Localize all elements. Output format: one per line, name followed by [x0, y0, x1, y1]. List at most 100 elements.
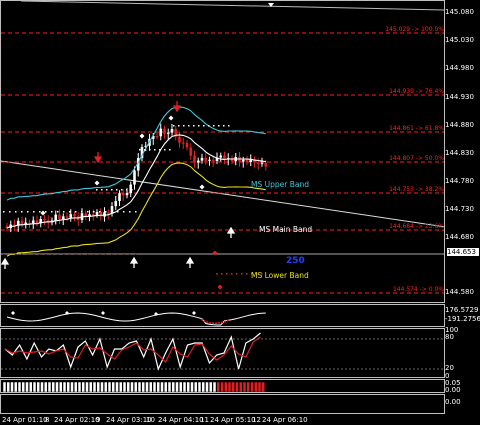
- candle-body: [69, 214, 73, 218]
- diamond-marker: [139, 133, 145, 139]
- histogram-block: [145, 381, 149, 392]
- signal-dot: [246, 273, 248, 275]
- sell-arrow-icon: [172, 101, 182, 113]
- indicator-3-panel[interactable]: [0, 379, 445, 393]
- signal-dot: [116, 189, 118, 191]
- histogram-block: [160, 381, 164, 392]
- candle-body: [159, 128, 163, 137]
- histogram-block: [239, 381, 243, 392]
- candle-body: [125, 193, 129, 196]
- signal-dot: [208, 125, 210, 127]
- signal-dot: [45, 253, 47, 255]
- signal-dot: [105, 253, 107, 255]
- candle-body: [155, 136, 159, 137]
- histogram-block: [216, 381, 220, 392]
- indicator-3-canvas: [2, 381, 265, 392]
- candle-body: [103, 212, 106, 217]
- buy-arrow-icon: [129, 256, 139, 268]
- indicator-1-line: [6, 312, 266, 326]
- indicator-1-tick: -191.2756: [445, 315, 480, 323]
- histogram-block: [62, 381, 67, 392]
- histogram-block: [40, 381, 44, 392]
- fib-level-label: 145.029 -> 100.0%: [385, 26, 444, 33]
- signal-dot: [111, 189, 113, 191]
- histogram-block: [107, 381, 112, 392]
- signal-dot: [193, 125, 195, 127]
- signal-dot: [135, 211, 137, 213]
- diamond-marker: [192, 311, 196, 315]
- signal-dot: [21, 211, 23, 213]
- indicator-4-panel[interactable]: [0, 394, 445, 414]
- signal-dot: [241, 273, 243, 275]
- time-label: 24 Apr 04:10: [158, 416, 204, 424]
- histogram-block: [104, 381, 108, 392]
- histogram-block: [29, 381, 33, 392]
- signal-dot: [183, 125, 185, 127]
- histogram-block: [85, 381, 89, 392]
- signal-dot: [144, 149, 146, 151]
- signal-dot: [123, 211, 125, 213]
- signal-dot: [96, 189, 98, 191]
- signal-dot: [33, 211, 35, 213]
- signal-dot: [81, 211, 83, 213]
- diamond-marker: [199, 184, 205, 190]
- time-label: 10: [146, 416, 155, 424]
- histogram-block: [25, 381, 29, 392]
- signal-dot: [15, 211, 17, 213]
- candle-body: [260, 162, 264, 164]
- candle-body: [223, 155, 226, 160]
- lower-band-line: [6, 162, 266, 257]
- candle-body: [211, 159, 215, 161]
- indicator-4-canvas: [1, 395, 445, 414]
- signal-dot: [129, 211, 131, 213]
- indicator-3-tick: 0.00: [445, 386, 461, 394]
- sell-arrow-icon: [93, 152, 103, 164]
- candle-body: [189, 147, 193, 156]
- histogram-block: [6, 381, 10, 392]
- candle-body: [166, 132, 170, 134]
- signal-dot: [63, 211, 65, 213]
- histogram-block: [74, 381, 78, 392]
- histogram-block: [92, 381, 97, 392]
- histogram-block: [186, 381, 190, 392]
- signal-dot: [93, 253, 95, 255]
- trend-line: [20, 1, 444, 11]
- signal-dot: [173, 125, 175, 127]
- stoch-signal-line: [4, 336, 261, 364]
- signal-dot: [51, 253, 53, 255]
- histogram-block: [164, 381, 168, 392]
- price-marker-text: 250: [286, 256, 305, 266]
- indicator-1-panel[interactable]: [0, 304, 445, 327]
- candle-body: [204, 157, 208, 161]
- histogram-block: [250, 381, 254, 392]
- histogram-block: [81, 381, 85, 392]
- signal-dot: [27, 253, 29, 255]
- candle-body: [20, 220, 24, 225]
- signal-dot: [169, 149, 171, 151]
- candle-body: [196, 160, 200, 163]
- indicator-2-panel[interactable]: [0, 328, 445, 378]
- signal-dot: [39, 253, 41, 255]
- fib-level-label: 144.939 -> 76.4%: [389, 88, 444, 95]
- signal-dot: [231, 273, 233, 275]
- signal-dot: [226, 273, 228, 275]
- histogram-block: [141, 381, 145, 392]
- signal-dot: [75, 253, 77, 255]
- histogram-block: [115, 381, 119, 392]
- candle-body: [121, 193, 125, 196]
- indicator-2-tick: 80: [445, 333, 454, 341]
- histogram-block: [212, 381, 217, 392]
- candle-body: [106, 212, 110, 214]
- time-label: 24 Apr 06:10: [262, 416, 308, 424]
- signal-dot: [69, 253, 71, 255]
- candle-body: [61, 216, 65, 220]
- signal-dot: [3, 211, 5, 213]
- candle-body: [129, 184, 133, 194]
- histogram-block: [51, 381, 55, 392]
- candle-body: [43, 219, 46, 221]
- candle-body: [73, 214, 76, 217]
- histogram-block: [77, 381, 82, 392]
- signal-dot: [216, 273, 218, 275]
- main-price-chart[interactable]: 145.029 -> 100.0% 144.939 -> 76.4% 144.861…: [0, 0, 445, 303]
- candle-body: [185, 143, 189, 148]
